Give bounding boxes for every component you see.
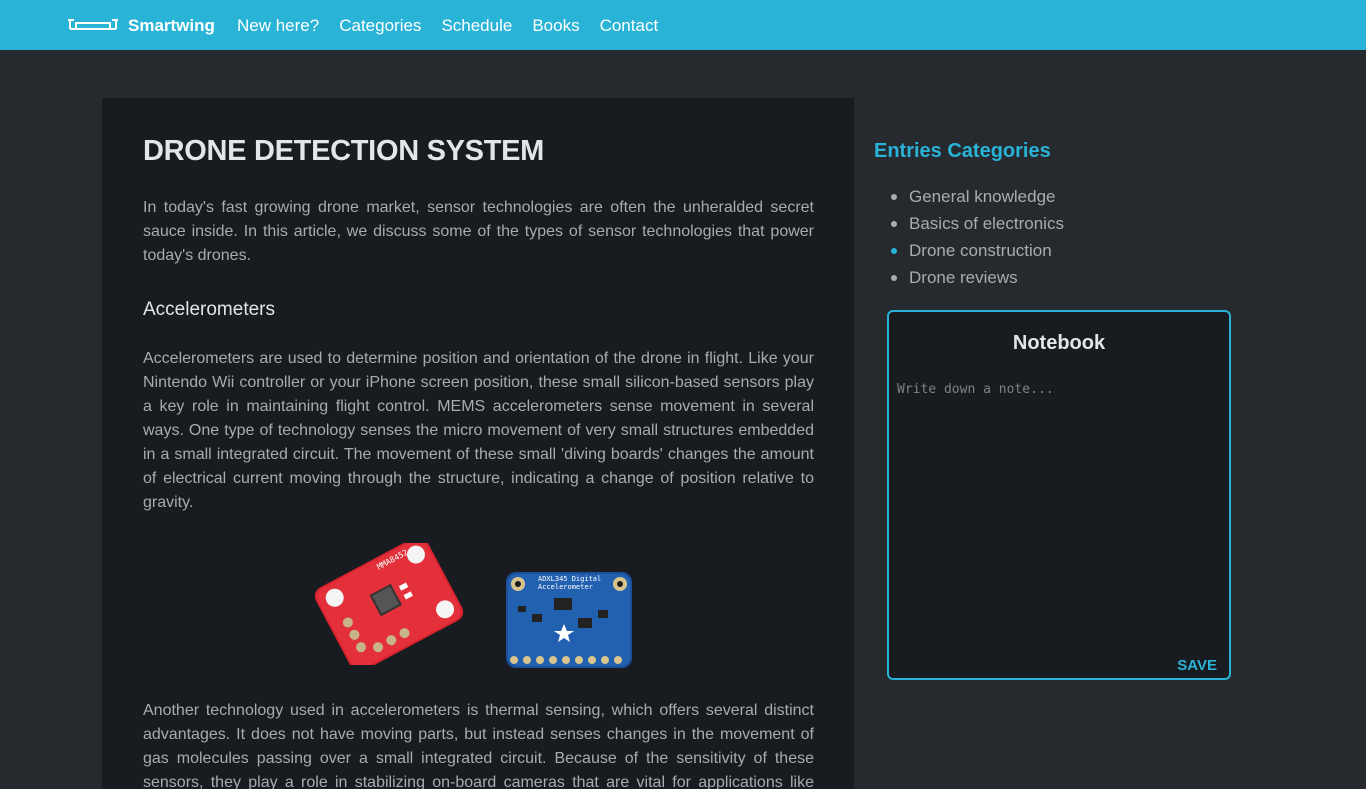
bullet-icon [891,220,897,227]
nav-link-books[interactable]: Books [532,15,579,37]
sensor-images: MMA8452 ADXL345 Digital Accelerometer [143,535,814,685]
article-panel: DRONE DETECTION SYSTEM In today's fast g… [102,98,854,789]
category-item-general-knowledge[interactable]: General knowledge [891,183,1064,210]
red-accelerometer-board-image: MMA8452 [314,543,464,665]
article-paragraph: Accelerometers are used to determine pos… [143,350,814,511]
article-title: DRONE DETECTION SYSTEM [143,135,545,167]
category-label: Drone construction [909,241,1052,260]
article-content: DRONE DETECTION SYSTEM In today's fast g… [143,134,814,789]
category-label: General knowledge [909,187,1056,206]
svg-text:Accelerometer: Accelerometer [538,583,593,591]
bullet-icon [891,247,897,254]
category-label: Drone reviews [909,268,1018,287]
nav-link-contact[interactable]: Contact [600,15,659,37]
bullet-icon [891,193,897,200]
category-item-drone-reviews[interactable]: Drone reviews [891,264,1064,291]
section-heading-accelerometers: Accelerometers [143,299,275,320]
notebook-title: Notebook [1012,332,1106,354]
category-item-drone-construction[interactable]: Drone construction [891,237,1064,264]
drone-logo-icon [68,19,118,30]
brand-link[interactable]: Smartwing [68,15,215,37]
top-navbar: Smartwing New here? Categories Schedule … [0,0,1366,50]
sidebar-categories-title: Entries Categories [874,140,1051,162]
bullet-icon [891,274,897,281]
article-intro: In today's fast growing drone market, se… [143,199,814,264]
save-button[interactable]: SAVE [1177,657,1217,674]
article-paragraph: Another technology used in accelerometer… [143,702,814,789]
notebook-panel: Notebook SAVE [887,310,1231,680]
category-list: General knowledge Basics of electronics … [891,183,1064,291]
nav-links: New here? Categories Schedule Books Cont… [237,15,678,37]
note-textarea[interactable] [897,382,1223,642]
nav-link-new-here[interactable]: New here? [237,15,319,37]
nav-link-categories[interactable]: Categories [339,15,421,37]
category-label: Basics of electronics [909,214,1064,233]
svg-text:ADXL345 Digital: ADXL345 Digital [538,575,601,583]
nav-link-schedule[interactable]: Schedule [441,15,512,37]
blue-accelerometer-board-image: ADXL345 Digital Accelerometer [506,572,632,668]
brand-name: Smartwing [128,16,215,35]
category-item-basics-of-electronics[interactable]: Basics of electronics [891,210,1064,237]
